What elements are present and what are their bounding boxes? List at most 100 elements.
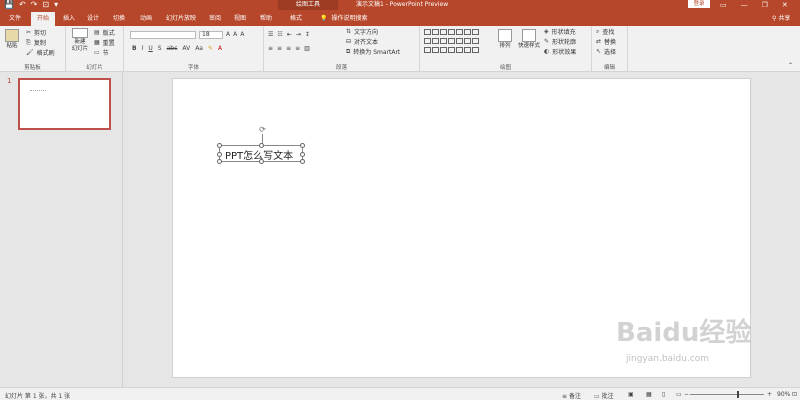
text-direction-button[interactable]: ⇅ 文字方向 (346, 27, 378, 36)
quick-styles-icon (522, 29, 536, 42)
shape-effects-button[interactable]: ◐ 形状效果 (544, 47, 576, 56)
cursor-icon: ↖ (596, 48, 602, 55)
tab-review[interactable]: 审阅 (206, 12, 224, 26)
tab-format[interactable]: 格式 (286, 12, 306, 26)
select-button[interactable]: ↖ 选择 (596, 47, 616, 56)
tab-file[interactable]: 文件 (6, 12, 24, 26)
quick-styles-button[interactable]: 快速样式 (516, 29, 542, 50)
justify-icon[interactable]: ≡ (295, 44, 300, 53)
document-title: 演示文稿1 - PowerPoint Preview (356, 1, 449, 8)
tab-home[interactable]: 开始 (31, 12, 55, 26)
tell-me-search[interactable]: 💡 操作说明搜索 (320, 13, 368, 24)
clipboard-group: 粘贴 ✂ 剪切 ⎘ 复制 🖌 格式刷 剪贴板 (0, 26, 66, 72)
slideshow-icon[interactable]: ▭ (676, 391, 682, 398)
columns-icon[interactable]: ▥ (304, 44, 310, 53)
paragraph-group-label: 段落 (335, 65, 347, 71)
replace-icon: ⇄ (596, 38, 602, 45)
italic-button[interactable]: I (142, 44, 144, 53)
save-icon[interactable]: 💾 (4, 0, 14, 10)
share-button[interactable]: ⚲ 共享 (772, 13, 790, 24)
align-center-icon[interactable]: ≡ (277, 44, 282, 53)
collapse-ribbon-icon[interactable]: ⌃ (788, 62, 793, 69)
tab-design[interactable]: 设计 (84, 12, 102, 26)
line-spacing-icon[interactable]: ↕ (305, 30, 310, 39)
resize-handle-bottom-left[interactable] (217, 159, 222, 164)
shape-fill-button[interactable]: ◈ 形状填充 (544, 27, 576, 36)
tab-view[interactable]: 视图 (231, 12, 249, 26)
new-slide-button[interactable]: 新建 幻灯片 (70, 28, 90, 53)
shape-outline-button[interactable]: ✎ 形状轮廓 (544, 37, 576, 46)
resize-handle-top-right[interactable] (300, 143, 305, 148)
smartart-button[interactable]: ⧉ 转换为 SmartArt (346, 47, 400, 56)
reading-view-icon[interactable]: ▯ (662, 391, 665, 398)
font-name-combo[interactable] (130, 30, 196, 39)
paste-button[interactable]: 粘贴 (4, 29, 20, 50)
minimize-icon[interactable]: — (741, 0, 748, 10)
undo-icon[interactable]: ↶ (19, 0, 26, 10)
tab-insert[interactable]: 插入 (60, 12, 78, 26)
resize-handle-top[interactable] (259, 143, 264, 148)
increase-indent-icon[interactable]: ⇥ (296, 30, 301, 39)
selected-textbox[interactable]: ⟳ PPT怎么写文本 (217, 125, 305, 164)
highlight-icon[interactable]: ✎ (208, 44, 213, 53)
change-case-button[interactable]: Aa (195, 44, 203, 53)
resize-handle-right[interactable] (300, 152, 305, 157)
font-size-combo[interactable]: 18 (199, 30, 223, 39)
customize-dropdown-icon[interactable]: ▾ (54, 0, 58, 10)
redo-icon[interactable]: ↷ (31, 0, 38, 10)
fit-slide-icon[interactable]: ⊡ (792, 391, 797, 398)
section-button[interactable]: ▭ 节 (94, 48, 109, 57)
format-painter-button[interactable]: 🖌 格式刷 (26, 48, 55, 57)
underline-button[interactable]: U (148, 44, 152, 53)
tab-transitions[interactable]: 切换 (110, 12, 128, 26)
layout-button[interactable]: ▤ 版式 (94, 28, 115, 37)
shrink-font-icon[interactable]: A (233, 30, 237, 39)
resize-handle-top-left[interactable] (217, 143, 222, 148)
resize-handle-bottom[interactable] (259, 159, 264, 164)
clipboard-icon (5, 29, 19, 42)
arrange-button[interactable]: 排列 (496, 29, 514, 50)
grow-font-icon[interactable]: A (226, 30, 230, 39)
tab-help[interactable]: 帮助 (257, 12, 275, 26)
align-left-icon[interactable]: ≡ (268, 44, 273, 53)
shadow-button[interactable]: S (158, 44, 162, 53)
zoom-slider-thumb[interactable] (737, 391, 739, 398)
zoom-out-icon[interactable]: − (684, 391, 689, 398)
char-spacing-button[interactable]: AV (182, 44, 190, 53)
comments-button[interactable]: ▭ 批注 (594, 391, 614, 400)
resize-handle-left[interactable] (217, 152, 222, 157)
rotate-handle-icon[interactable]: ⟳ (258, 125, 267, 134)
lightbulb-icon: 💡 (320, 15, 328, 22)
resize-handle-bottom-right[interactable] (300, 159, 305, 164)
restore-icon[interactable]: ❐ (762, 0, 768, 10)
zoom-in-icon[interactable]: + (767, 391, 772, 398)
strikethrough-button[interactable]: abc (167, 44, 178, 53)
zoom-slider[interactable] (690, 394, 764, 395)
slide-sorter-icon[interactable]: ▦ (646, 391, 652, 398)
align-right-icon[interactable]: ≡ (286, 44, 291, 53)
font-color-icon[interactable]: A (218, 44, 222, 53)
bullets-icon[interactable]: ☰ (268, 30, 273, 39)
slide-thumbnail[interactable] (18, 78, 111, 130)
cut-button[interactable]: ✂ 剪切 (26, 28, 46, 37)
decrease-indent-icon[interactable]: ⇤ (287, 30, 292, 39)
presentation-icon[interactable]: ⊡ (42, 0, 49, 10)
tab-animations[interactable]: 动画 (137, 12, 155, 26)
clear-format-icon[interactable]: A (240, 30, 244, 39)
normal-view-icon[interactable]: ▣ (628, 391, 634, 398)
login-button[interactable]: 登录 (688, 0, 710, 8)
notes-button[interactable]: ≡ 备注 (562, 391, 581, 400)
align-text-button[interactable]: ⊟ 对齐文本 (346, 37, 378, 46)
copy-button[interactable]: ⎘ 复制 (26, 38, 46, 47)
shapes-gallery[interactable] (424, 29, 490, 56)
numbering-icon[interactable]: ☷ (277, 30, 282, 39)
ribbon-display-icon[interactable]: ▭ (720, 0, 727, 10)
find-button[interactable]: ⌕ 查找 (596, 27, 614, 36)
close-icon[interactable]: ✕ (782, 0, 788, 10)
tab-slideshow[interactable]: 幻灯片放映 (162, 12, 200, 26)
bold-button[interactable]: B (132, 44, 137, 53)
zoom-level[interactable]: 90% (777, 391, 790, 398)
replace-button[interactable]: ⇄ 替换 (596, 37, 616, 46)
reset-button[interactable]: ▦ 重置 (94, 38, 115, 47)
slides-group: 新建 幻灯片 ▤ 版式 ▦ 重置 ▭ 节 幻灯片 (66, 26, 124, 72)
